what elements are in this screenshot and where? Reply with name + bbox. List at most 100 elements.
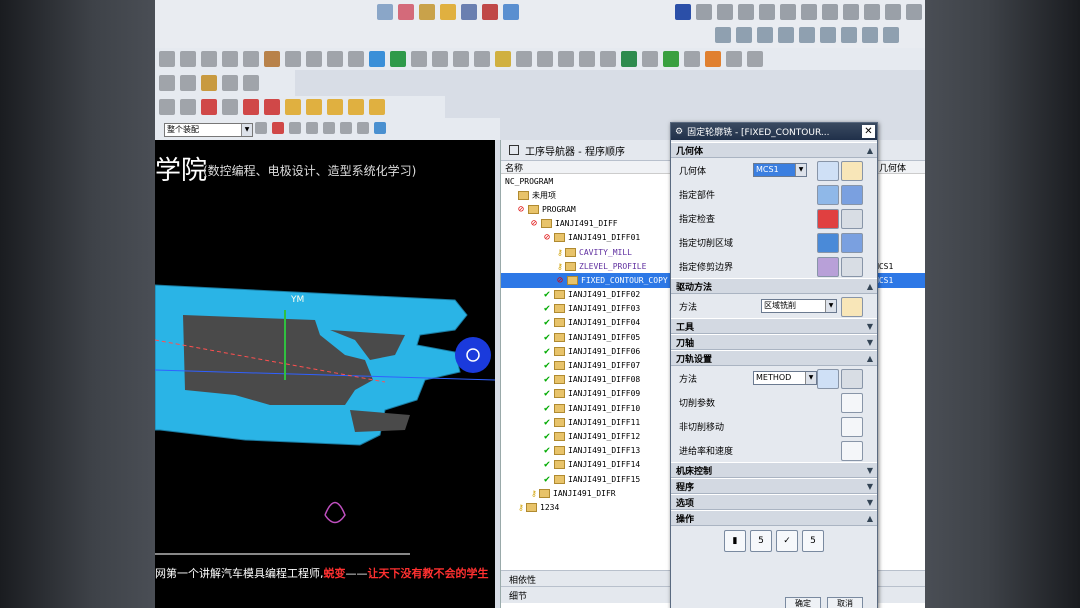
shell-icon[interactable] — [306, 51, 322, 67]
feeds-speeds-button[interactable] — [841, 441, 863, 461]
select-trim-button[interactable] — [817, 257, 839, 277]
edit-icon-2[interactable] — [180, 75, 196, 91]
tool-icon-5[interactable] — [780, 4, 796, 20]
draft-icon[interactable] — [327, 51, 343, 67]
spline-icon[interactable] — [663, 51, 679, 67]
sketch-icon[interactable] — [419, 4, 435, 20]
tool-icon-11[interactable] — [906, 4, 922, 20]
cam-icon-10[interactable] — [348, 99, 364, 115]
edit-geometry-button[interactable] — [841, 161, 863, 181]
tool-icon-18[interactable] — [841, 27, 857, 43]
replay-icon[interactable] — [264, 99, 280, 115]
edit-icon-3[interactable] — [201, 75, 217, 91]
cam-icon-2[interactable] — [180, 99, 196, 115]
extrude-icon[interactable] — [159, 51, 175, 67]
blend-icon[interactable] — [264, 51, 280, 67]
dialog-title-bar[interactable]: ⚙ 固定轮廓铣 - [FIXED_CONTOUR... ✕ — [671, 123, 877, 140]
drive-method-select[interactable]: 区域铣削 ▼ — [761, 299, 837, 313]
cam-icon-9[interactable] — [327, 99, 343, 115]
hole-icon[interactable] — [201, 51, 217, 67]
mirror-icon[interactable] — [537, 51, 553, 67]
cancel-button[interactable]: 取消 — [827, 597, 863, 608]
section-program[interactable]: 程序 ▼ — [671, 478, 877, 494]
tool-icon-6[interactable] — [801, 4, 817, 20]
tool-icon-17[interactable] — [820, 27, 836, 43]
section-tool-axis[interactable]: 刀轴 ▼ — [671, 334, 877, 350]
chevron-down-icon[interactable]: ▼ — [805, 372, 816, 384]
trim-icon[interactable] — [348, 51, 364, 67]
tool-icon-14[interactable] — [757, 27, 773, 43]
intersect-icon[interactable] — [432, 51, 448, 67]
box-icon[interactable] — [705, 51, 721, 67]
generate-icon[interactable] — [243, 99, 259, 115]
cam-icon-7[interactable] — [285, 99, 301, 115]
replay-button[interactable]: 5 — [750, 530, 772, 552]
tool-icon-12[interactable] — [715, 27, 731, 43]
section-tool[interactable]: 工具 ▼ — [671, 318, 877, 334]
chevron-down-icon[interactable]: ▼ — [825, 300, 836, 312]
select-part-button[interactable] — [817, 185, 839, 205]
thicken-icon[interactable] — [495, 51, 511, 67]
subtract-icon[interactable] — [411, 51, 427, 67]
select-cut-area-button[interactable] — [817, 233, 839, 253]
feature-icon[interactable] — [440, 4, 456, 20]
snap-icon-7[interactable] — [357, 122, 369, 134]
revolve-icon[interactable] — [180, 51, 196, 67]
list-button[interactable]: 5 — [802, 530, 824, 552]
sew-icon[interactable] — [369, 51, 385, 67]
snap-icon-8[interactable] — [374, 122, 386, 134]
unite-icon[interactable] — [390, 51, 406, 67]
verify-button[interactable]: ✓ — [776, 530, 798, 552]
path-method-select[interactable]: METHOD ▼ — [753, 371, 817, 385]
toolpath-icon[interactable] — [482, 4, 498, 20]
tool-icon-3[interactable] — [738, 4, 754, 20]
display-cut-area-button[interactable] — [841, 233, 863, 253]
column-geometry[interactable]: 几何体 — [875, 161, 906, 174]
snap-icon-4[interactable] — [306, 122, 318, 134]
text-icon[interactable] — [726, 51, 742, 67]
snap-icon-3[interactable] — [289, 122, 301, 134]
checkbox-icon[interactable] — [509, 145, 519, 155]
green-block-icon[interactable] — [621, 51, 637, 67]
new-method-button[interactable] — [817, 369, 839, 389]
measure-icon[interactable] — [503, 4, 519, 20]
display-check-button[interactable] — [841, 209, 863, 229]
noncut-moves-button[interactable] — [841, 417, 863, 437]
cam-icon-3[interactable] — [201, 99, 217, 115]
snap-icon-5[interactable] — [323, 122, 335, 134]
chamfer-icon[interactable] — [285, 51, 301, 67]
pattern-icon[interactable] — [516, 51, 532, 67]
tool-icon-4[interactable] — [759, 4, 775, 20]
part-icon[interactable] — [377, 4, 393, 20]
generate-button[interactable]: ▮ — [724, 530, 746, 552]
color-icon[interactable] — [747, 51, 763, 67]
edit-icon-4[interactable] — [222, 75, 238, 91]
ok-button[interactable]: 确定 — [785, 597, 821, 608]
assembly-icon[interactable] — [398, 4, 414, 20]
sweep-icon[interactable] — [579, 51, 595, 67]
pocket-icon[interactable] — [243, 51, 259, 67]
section-options[interactable]: 选项 ▼ — [671, 494, 877, 510]
tool-icon-9[interactable] — [864, 4, 880, 20]
offset-icon[interactable] — [453, 51, 469, 67]
operation-icon[interactable] — [461, 4, 477, 20]
snap-icon-6[interactable] — [340, 122, 352, 134]
section-geometry[interactable]: 几何体 ▲ — [671, 142, 877, 158]
cam-icon-1[interactable] — [159, 99, 175, 115]
chevron-down-icon[interactable]: ▼ — [241, 124, 252, 136]
tool-icon-7[interactable] — [822, 4, 838, 20]
cam-icon-4[interactable] — [222, 99, 238, 115]
tool-icon-19[interactable] — [862, 27, 878, 43]
section-actions[interactable]: 操作 ▲ — [671, 510, 877, 526]
cut-params-button[interactable] — [841, 393, 863, 413]
pmi-icon[interactable] — [675, 4, 691, 20]
new-geometry-button[interactable] — [817, 161, 839, 181]
tool-icon-8[interactable] — [843, 4, 859, 20]
tool-icon-10[interactable] — [885, 4, 901, 20]
edit-icon-1[interactable] — [159, 75, 175, 91]
curve-icon[interactable] — [642, 51, 658, 67]
tool-icon-20[interactable] — [883, 27, 899, 43]
chevron-down-icon[interactable]: ▼ — [795, 164, 806, 176]
tool-icon-15[interactable] — [778, 27, 794, 43]
cam-icon-8[interactable] — [306, 99, 322, 115]
